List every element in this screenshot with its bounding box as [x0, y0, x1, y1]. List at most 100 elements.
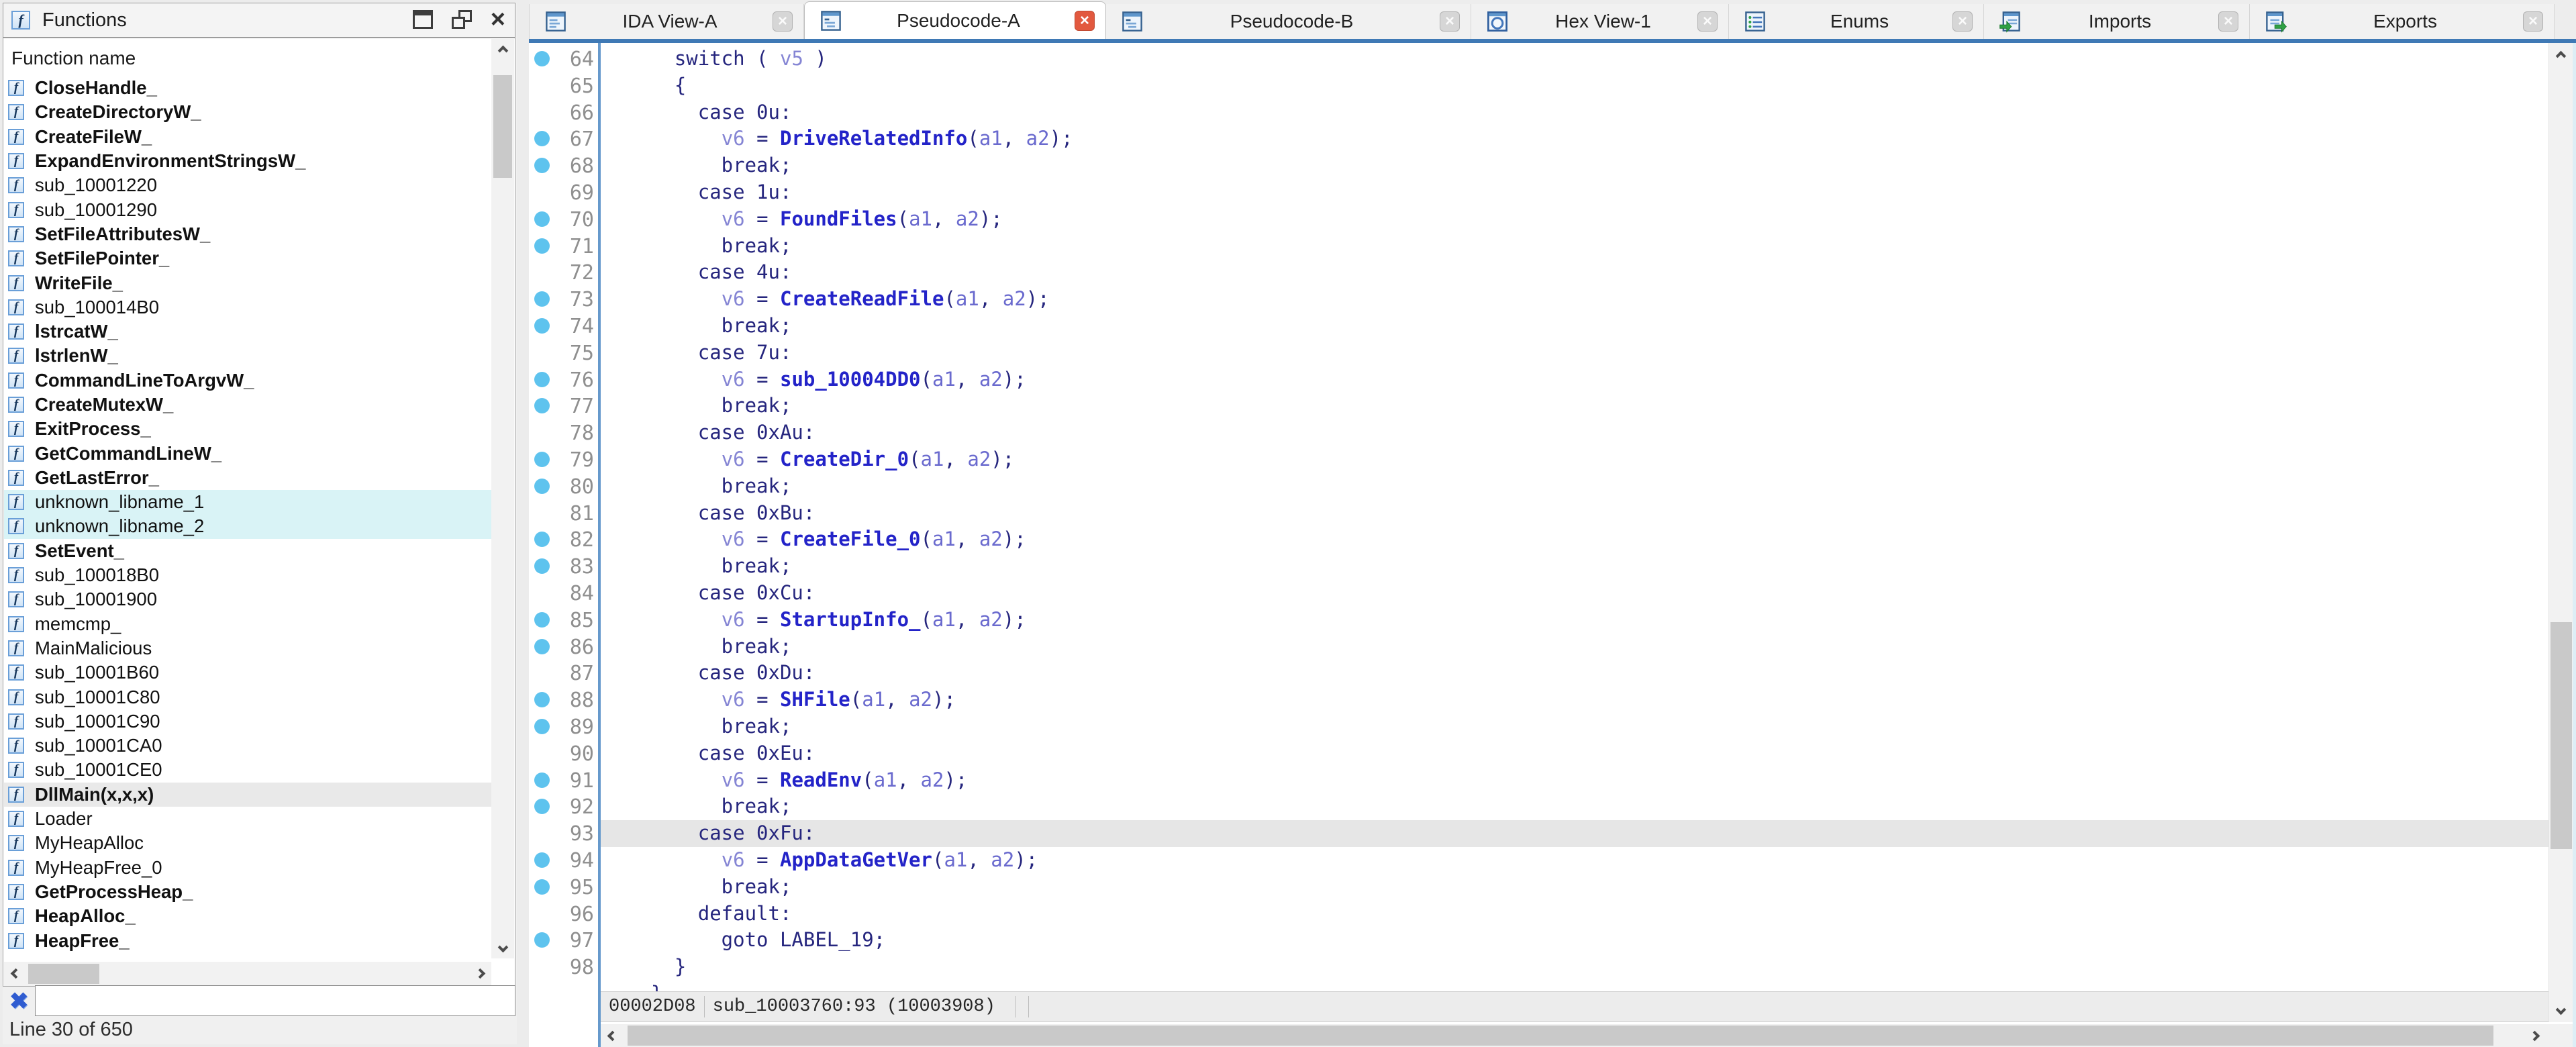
- function-row[interactable]: f HeapAlloc_: [4, 904, 491, 928]
- code-line[interactable]: break;: [601, 313, 2548, 340]
- code-line[interactable]: switch ( v5 ): [601, 46, 2548, 72]
- code-line[interactable]: case 0xBu:: [601, 500, 2548, 527]
- tab-imports[interactable]: Imports ×: [1984, 4, 2250, 39]
- function-row[interactable]: f lstrlenW_: [4, 344, 491, 368]
- function-row[interactable]: f CreateDirectoryW_: [4, 100, 491, 124]
- scroll-right-icon[interactable]: [468, 962, 491, 985]
- code-line[interactable]: case 0xCu:: [601, 580, 2548, 607]
- function-row[interactable]: f HeapFree_: [4, 928, 491, 952]
- tab-close-icon[interactable]: ×: [1952, 11, 1973, 32]
- code-line[interactable]: break;: [601, 393, 2548, 419]
- code-line[interactable]: case 7u:: [601, 340, 2548, 366]
- maximize-icon[interactable]: [412, 10, 433, 29]
- function-row[interactable]: f GetProcessHeap_: [4, 880, 491, 904]
- function-row[interactable]: f unknown_libname_2: [4, 514, 491, 539]
- code-line[interactable]: }: [601, 954, 2548, 981]
- tab-pseudocode-b[interactable]: Pseudocode-B ×: [1106, 4, 1471, 39]
- function-row[interactable]: f sub_10001220: [4, 173, 491, 197]
- code-vscrollbar[interactable]: [2548, 43, 2573, 1022]
- code-line[interactable]: v6 = AppDataGetVer(a1, a2);: [601, 847, 2548, 874]
- tab-close-icon[interactable]: ×: [773, 11, 793, 32]
- function-row[interactable]: f GetLastError_: [4, 466, 491, 490]
- code-line[interactable]: v6 = CreateDir_0(a1, a2);: [601, 446, 2548, 473]
- code-line[interactable]: goto LABEL_19;: [601, 927, 2548, 954]
- function-list-vscrollbar[interactable]: [491, 39, 514, 958]
- function-row[interactable]: f MyHeapFree_0: [4, 856, 491, 880]
- code-line[interactable]: break;: [601, 793, 2548, 820]
- code-line[interactable]: case 0u:: [601, 99, 2548, 126]
- code-line[interactable]: v6 = ReadEnv(a1, a2);: [601, 767, 2548, 794]
- function-row[interactable]: f sub_10001290: [4, 197, 491, 221]
- function-row[interactable]: f DllMain(x,x,x): [4, 782, 491, 807]
- vscroll-thumb[interactable]: [2550, 622, 2572, 849]
- function-row[interactable]: f ExitProcess_: [4, 417, 491, 441]
- code-line[interactable]: case 0xFu:: [601, 820, 2548, 847]
- pseudocode-view[interactable]: 64 65 66 67 68 69 70 71 72 73 74 75 76 77 78 79 80 81 82 83…: [529, 43, 2576, 1047]
- code-line[interactable]: break;: [601, 473, 2548, 500]
- function-row[interactable]: f sub_10001CE0: [4, 758, 491, 782]
- function-list-hscrollbar[interactable]: [4, 962, 491, 986]
- function-row[interactable]: f CreateFileW_: [4, 125, 491, 149]
- function-row[interactable]: f MainMalicious: [4, 636, 491, 660]
- float-window-icon[interactable]: [451, 10, 472, 29]
- code-line[interactable]: break;: [601, 233, 2548, 260]
- code-line[interactable]: }: [601, 981, 2548, 991]
- function-row[interactable]: f Loader: [4, 807, 491, 831]
- tab-close-icon[interactable]: ×: [2523, 11, 2543, 32]
- function-filter-input[interactable]: [35, 985, 515, 1016]
- scroll-up-icon[interactable]: [2549, 44, 2572, 67]
- function-row[interactable]: f sub_10001B60: [4, 660, 491, 685]
- close-icon[interactable]: ×: [491, 7, 505, 32]
- tab-pseudocode-a[interactable]: Pseudocode-A ×: [804, 1, 1106, 39]
- code-line[interactable]: break;: [601, 152, 2548, 179]
- function-row[interactable]: f unknown_libname_1: [4, 490, 491, 515]
- hscroll-thumb[interactable]: [628, 1026, 2493, 1046]
- code-line[interactable]: case 1u:: [601, 179, 2548, 206]
- scroll-right-icon[interactable]: [2523, 1024, 2546, 1047]
- function-row[interactable]: f memcmp_: [4, 612, 491, 636]
- code-line[interactable]: break;: [601, 634, 2548, 660]
- code-line[interactable]: case 0xDu:: [601, 660, 2548, 687]
- function-row[interactable]: f CreateMutexW_: [4, 393, 491, 417]
- code-line[interactable]: v6 = FoundFiles(a1, a2);: [601, 206, 2548, 233]
- code-line[interactable]: case 4u:: [601, 259, 2548, 286]
- tab-enums[interactable]: Enums ×: [1729, 4, 1984, 39]
- scroll-down-icon[interactable]: [2549, 998, 2572, 1021]
- function-row[interactable]: f lstrcatW_: [4, 319, 491, 344]
- code-line[interactable]: {: [601, 72, 2548, 99]
- code-line[interactable]: v6 = StartupInfo_(a1, a2);: [601, 607, 2548, 634]
- tab-close-icon[interactable]: ×: [1075, 10, 1095, 31]
- code-line[interactable]: v6 = sub_10004DD0(a1, a2);: [601, 366, 2548, 393]
- scroll-down-icon[interactable]: [491, 936, 514, 958]
- scroll-left-icon[interactable]: [601, 1024, 624, 1047]
- function-row[interactable]: f MyHeapAlloc: [4, 831, 491, 855]
- tab-exports[interactable]: Exports ×: [2250, 4, 2555, 39]
- function-row[interactable]: f sub_100018B0: [4, 563, 491, 587]
- function-row[interactable]: f sub_10001C80: [4, 685, 491, 709]
- function-row[interactable]: f SetEvent_: [4, 539, 491, 563]
- function-name-column-header[interactable]: Function name: [11, 48, 136, 69]
- code-line[interactable]: v6 = SHFile(a1, a2);: [601, 687, 2548, 713]
- function-row[interactable]: f sub_10001C90: [4, 709, 491, 734]
- code-lines[interactable]: switch ( v5 ) { case 0u: v6 = DriveRelat…: [601, 43, 2548, 991]
- tab-hex-view-1[interactable]: Hex View-1 ×: [1471, 4, 1729, 39]
- vscroll-thumb[interactable]: [493, 75, 512, 178]
- function-row[interactable]: f ExpandEnvironmentStringsW_: [4, 149, 491, 173]
- tab-ida-view-a[interactable]: IDA View-A ×: [529, 4, 804, 39]
- function-row[interactable]: f WriteFile_: [4, 270, 491, 295]
- code-line[interactable]: v6 = CreateReadFile(a1, a2);: [601, 286, 2548, 313]
- tab-close-icon[interactable]: ×: [1440, 11, 1460, 32]
- code-line[interactable]: case 0xAu:: [601, 419, 2548, 446]
- code-line[interactable]: break;: [601, 874, 2548, 901]
- function-row[interactable]: f CloseHandle_: [4, 76, 491, 100]
- function-row[interactable]: f sub_100014B0: [4, 295, 491, 319]
- code-hscrollbar[interactable]: [601, 1024, 2576, 1047]
- functions-title-bar[interactable]: f Functions ×: [3, 3, 515, 38]
- function-row[interactable]: f CommandLineToArgvW_: [4, 368, 491, 393]
- function-row[interactable]: f SetFilePointer_: [4, 246, 491, 270]
- code-line[interactable]: break;: [601, 553, 2548, 580]
- function-row[interactable]: f sub_10001CA0: [4, 734, 491, 758]
- code-line[interactable]: v6 = DriveRelatedInfo(a1, a2);: [601, 126, 2548, 152]
- scroll-left-icon[interactable]: [4, 962, 27, 985]
- function-row[interactable]: f SetFileAttributesW_: [4, 222, 491, 246]
